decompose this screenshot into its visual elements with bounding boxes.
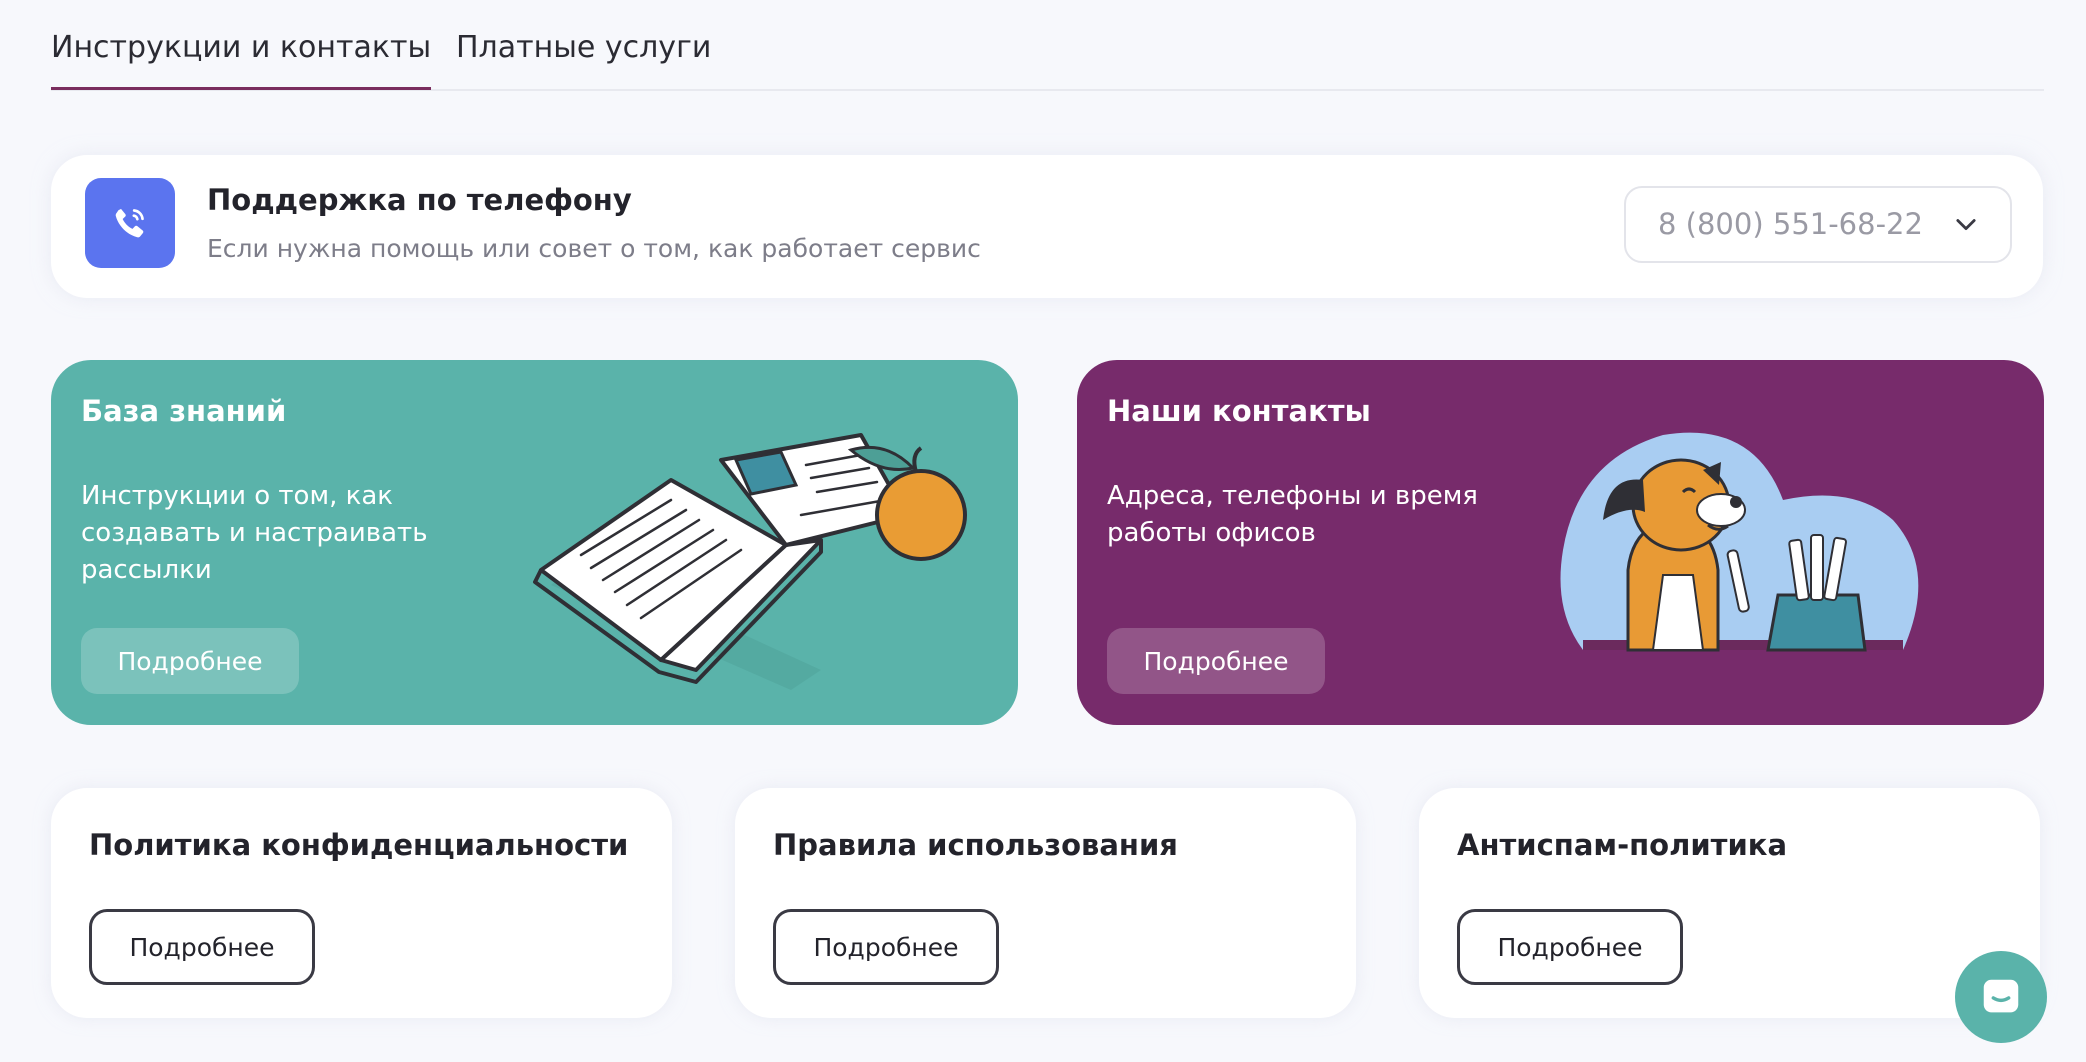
- tab-instructions-contacts[interactable]: Инструкции и контакты: [51, 30, 432, 90]
- chat-widget-button[interactable]: [1955, 951, 2047, 1043]
- dog-illustration: [1560, 432, 1919, 652]
- privacy-policy-card: Политика конфиденциальности Подробнее: [51, 788, 672, 1018]
- contacts-more-button[interactable]: Подробнее: [1107, 628, 1325, 694]
- knowledge-base-title: База знаний: [81, 394, 287, 428]
- phone-support-card: Поддержка по телефону Если нужна помощь …: [51, 155, 2043, 298]
- antispam-policy-card: Антиспам-политика Подробнее: [1419, 788, 2040, 1018]
- phone-number-dropdown[interactable]: 8 (800) 551-68-22: [1624, 186, 2012, 263]
- terms-of-use-more-button[interactable]: Подробнее: [773, 909, 999, 985]
- support-subtitle: Если нужна помощь или совет о том, как р…: [207, 234, 981, 263]
- terms-of-use-title: Правила использования: [773, 828, 1178, 862]
- privacy-policy-more-button[interactable]: Подробнее: [89, 909, 315, 985]
- contacts-description: Адреса, телефоны и время работы офисов: [1107, 481, 1478, 548]
- terms-of-use-card: Правила использования Подробнее: [735, 788, 1356, 1018]
- contacts-card: Наши контакты Адреса, телефоны и время р…: [1077, 360, 2044, 725]
- phone-icon: [85, 178, 175, 268]
- phone-number: 8 (800) 551-68-22: [1658, 207, 1923, 241]
- chevron-down-icon: [1952, 210, 1980, 242]
- contacts-title: Наши контакты: [1107, 394, 1371, 428]
- knowledge-base-description: Инструкции о том, как создавать и настра…: [81, 481, 428, 585]
- knowledge-base-card: База знаний Инструкции о том, как создав…: [51, 360, 1018, 725]
- tab-paid-services[interactable]: Платные услуги: [456, 30, 711, 65]
- support-title: Поддержка по телефону: [207, 183, 632, 217]
- privacy-policy-title: Политика конфиденциальности: [89, 828, 629, 862]
- antispam-policy-more-button[interactable]: Подробнее: [1457, 909, 1683, 985]
- open-book-illustration: [533, 433, 967, 690]
- tabs-bar: Инструкции и контакты Платные услуги: [51, 0, 2044, 91]
- antispam-policy-title: Антиспам-политика: [1457, 828, 1788, 862]
- chat-icon: [1983, 979, 2019, 1013]
- knowledge-base-more-button[interactable]: Подробнее: [81, 628, 299, 694]
